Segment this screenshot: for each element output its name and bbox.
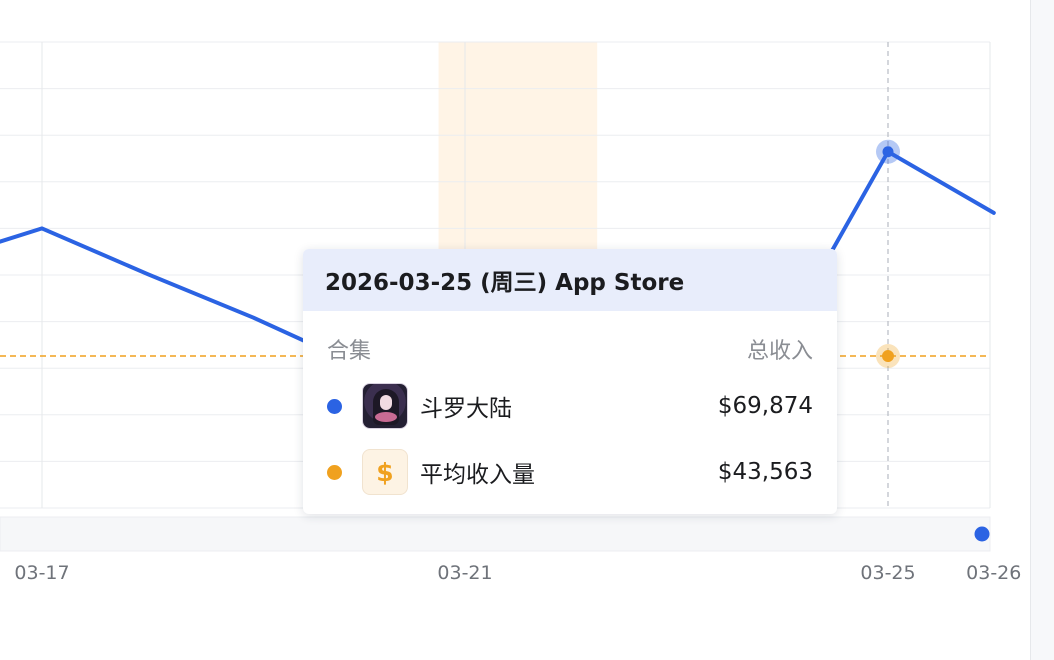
x-tick-label: 03-25 xyxy=(860,562,915,584)
chart-tooltip: 2026-03-25 (周三) App Store 合集 总收入 斗罗大陆 $6… xyxy=(303,249,837,514)
x-tick-label: 03-26 xyxy=(966,562,1021,584)
tooltip-row-name: 平均收入量 xyxy=(420,462,535,488)
tooltip-column-headers: 合集 总收入 xyxy=(303,333,837,365)
dollar-icon: $ xyxy=(362,449,408,495)
tooltip-col-total-revenue: 总收入 xyxy=(746,339,813,364)
tooltip-row-value: $43,563 xyxy=(717,459,813,485)
tooltip-title: 2026-03-25 (周三) App Store xyxy=(303,249,837,311)
tooltip-row-average: $ 平均收入量 $43,563 xyxy=(303,447,837,497)
hover-point xyxy=(882,146,894,158)
zoom-slider-track xyxy=(0,516,991,552)
tooltip-row-series: 斗罗大陆 $69,874 xyxy=(303,381,837,431)
tooltip-row-value: $69,874 xyxy=(717,393,813,419)
series-dot-icon xyxy=(327,398,342,414)
right-side-panel xyxy=(1030,0,1054,660)
game-character-icon xyxy=(362,383,408,429)
tooltip-col-collection: 合集 xyxy=(327,339,372,364)
tooltip-row-name: 斗罗大陆 xyxy=(420,396,512,422)
x-tick-label: 03-17 xyxy=(14,562,69,584)
zoom-slider-handle xyxy=(974,526,990,542)
x-tick-label: 03-21 xyxy=(437,562,492,584)
average-dot-icon xyxy=(327,464,342,480)
average-hover-point xyxy=(882,350,894,363)
